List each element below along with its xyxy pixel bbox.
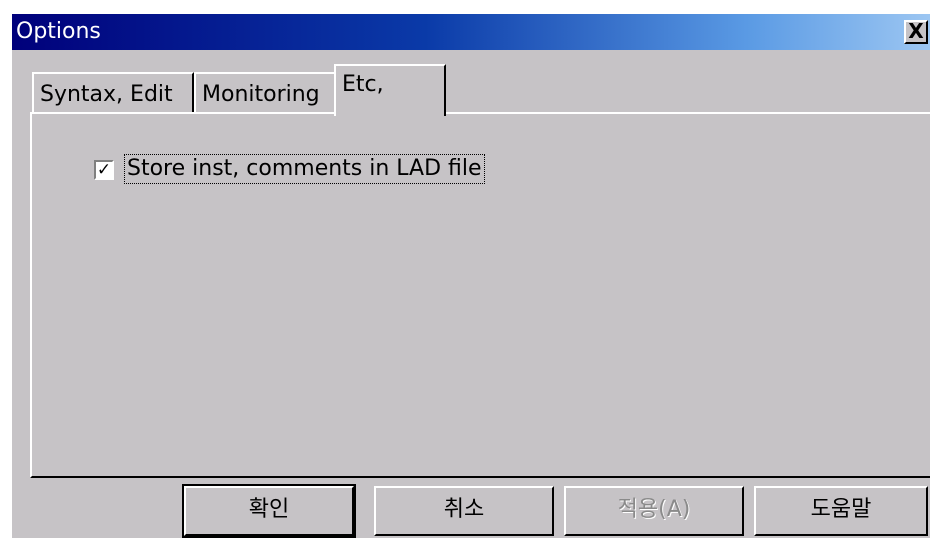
help-button[interactable]: 도움말 [754,486,928,536]
window-title: Options [16,19,101,44]
tab-syntax-edit[interactable]: Syntax, Edit [32,72,194,112]
tab-panel-etc: ✓ Store inst, comments in LAD file [30,112,930,478]
tab-etc[interactable]: Etc, [334,64,446,116]
store-comments-label[interactable]: Store inst, comments in LAD file [124,154,485,184]
options-dialog: Options X Syntax, Edit Monitoring Etc, ✓… [10,12,930,538]
checkmark-icon: ✓ [96,160,112,180]
title-bar[interactable]: Options X [12,14,930,50]
ok-button[interactable]: 확인 [182,484,356,538]
close-button[interactable]: X [904,20,928,44]
close-icon: X [908,19,924,43]
apply-button[interactable]: 적용(A) [564,486,744,536]
tab-monitoring[interactable]: Monitoring [194,72,338,112]
cancel-button[interactable]: 취소 [374,486,554,536]
store-comments-checkbox[interactable]: ✓ [94,160,114,180]
